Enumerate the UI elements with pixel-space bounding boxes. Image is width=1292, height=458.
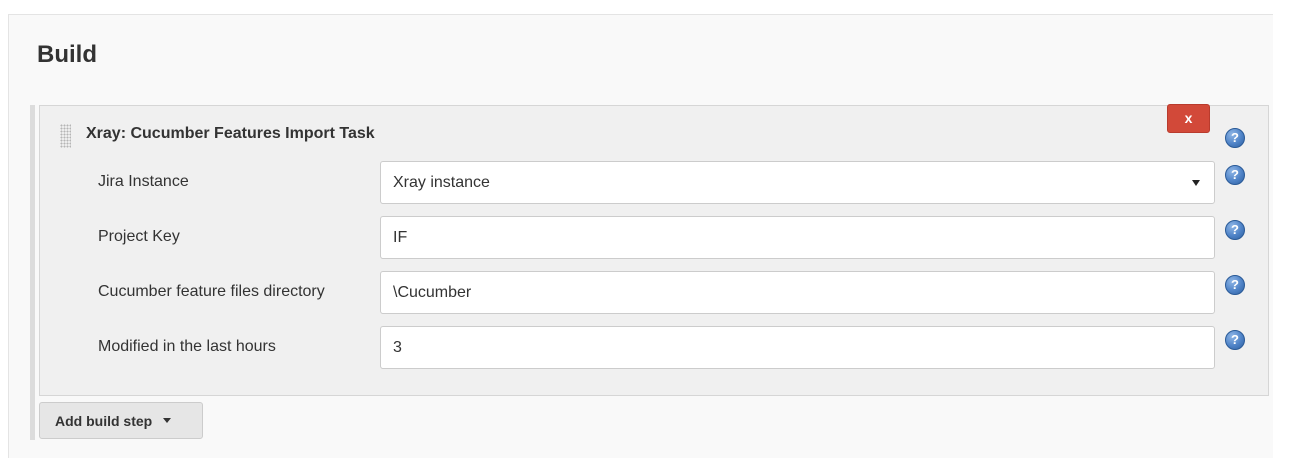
help-icon[interactable]: ? xyxy=(1225,275,1245,295)
help-icon[interactable]: ? xyxy=(1225,330,1245,350)
chevron-down-icon xyxy=(163,418,172,423)
help-icon[interactable]: ? xyxy=(1225,220,1245,240)
help-icon[interactable]: ? xyxy=(1225,128,1245,148)
modified-hours-label: Modified in the last hours xyxy=(98,338,276,355)
jenkins-build-config: Build Xray: Cucumber Features Import Tas… xyxy=(0,0,1292,458)
jira-instance-label: Jira Instance xyxy=(98,173,189,190)
delete-step-button[interactable]: x xyxy=(1167,104,1210,133)
add-build-step-button[interactable]: Add build step xyxy=(39,402,203,439)
jira-instance-value: Xray instance xyxy=(393,173,490,191)
step-rail xyxy=(30,105,35,440)
modified-hours-input[interactable] xyxy=(380,326,1215,369)
step-title: Xray: Cucumber Features Import Task xyxy=(86,125,375,142)
project-key-label: Project Key xyxy=(98,228,180,245)
add-build-step-label: Add build step xyxy=(55,412,153,429)
help-icon[interactable]: ? xyxy=(1225,165,1245,185)
build-step-panel: Xray: Cucumber Features Import Task x ? … xyxy=(39,104,1269,396)
feature-dir-input[interactable] xyxy=(380,271,1215,314)
feature-dir-label: Cucumber feature files directory xyxy=(98,283,325,300)
project-key-input[interactable] xyxy=(380,216,1215,259)
jira-instance-select[interactable]: Xray instance xyxy=(380,161,1215,204)
drag-handle-icon[interactable] xyxy=(60,124,71,148)
chevron-down-icon xyxy=(1192,179,1200,186)
section-title: Build xyxy=(37,41,97,68)
build-section: Build Xray: Cucumber Features Import Tas… xyxy=(8,14,1273,458)
